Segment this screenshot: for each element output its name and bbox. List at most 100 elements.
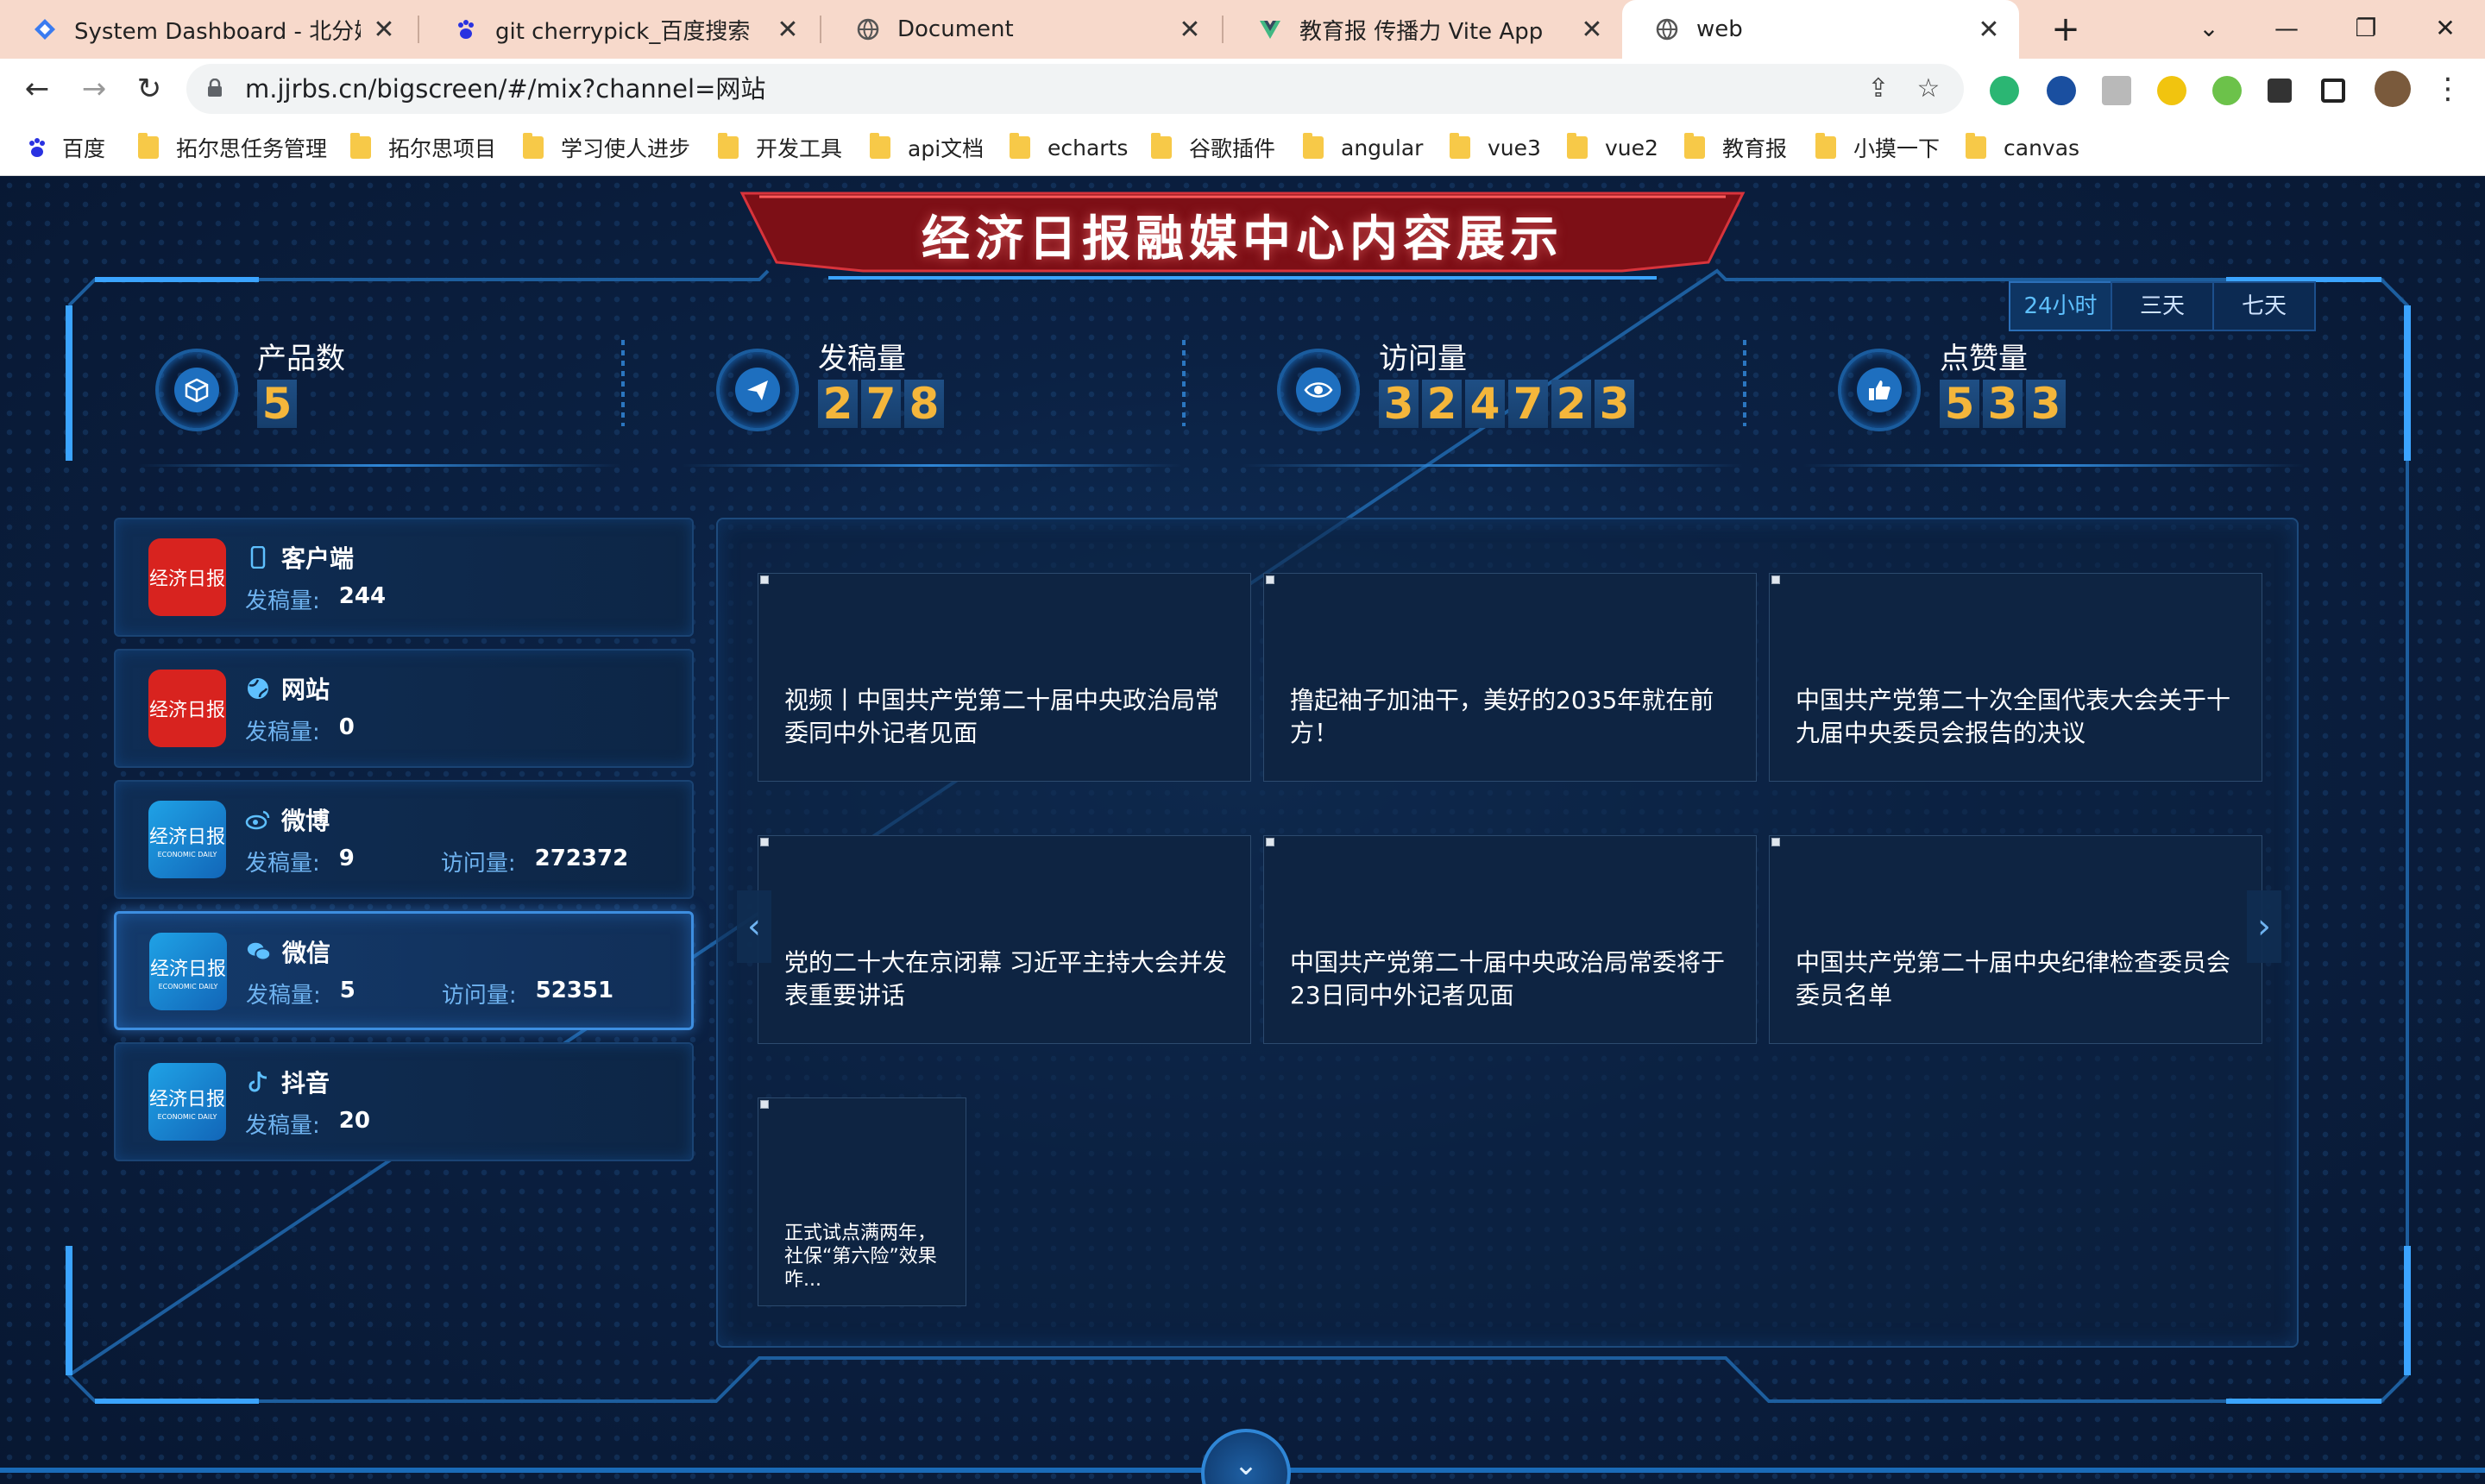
article-card[interactable]: 中国共产党第二十届中央政治局常委将于23日同中外记者见面 [1263,835,1757,1044]
bookmark-folder[interactable]: angular [1303,119,1423,176]
side-panel-icon[interactable] [2321,79,2345,103]
logo-subtext: ECONOMIC DAILY [157,850,217,858]
stat-digit: 3 [1595,380,1634,428]
restore-button[interactable]: ❐ [2340,7,2392,50]
economic-daily-logo: 经济日报 ECONOMIC DAILY [148,1063,226,1141]
posts-value: 244 [338,583,387,609]
stat-digit: 3 [2026,380,2066,428]
channel-name: 网站 [281,676,330,704]
bookmark-folder[interactable]: 学习使人进步 [523,119,690,176]
tab-label: web [1696,16,1743,42]
tab-label: git cherrypick_百度搜索 [495,18,751,45]
bookmark-folder[interactable]: vue2 [1567,119,1658,176]
folder-icon [350,133,371,159]
stat-icon-ring [155,349,238,431]
divider-line [682,464,1182,467]
stat-digit: 8 [904,380,944,428]
posts-value: 20 [338,1108,370,1134]
bookmark-folder[interactable]: 教育报 [1684,119,1787,176]
stat-icon-ring [1277,349,1360,431]
close-icon[interactable]: ✕ [371,15,397,45]
menu-icon[interactable]: ⋮ [2428,69,2468,109]
stat-digit: 3 [1983,380,2023,428]
bookmark-folder[interactable]: vue3 [1450,119,1541,176]
back-button[interactable]: ← [17,69,57,109]
posts-label: 发稿量: [245,588,320,614]
close-icon[interactable]: ✕ [1177,15,1203,45]
browser-tab-4[interactable]: 教育报 传播力 Vite App ✕ [1225,0,1622,59]
close-icon[interactable]: ✕ [775,15,801,45]
logo-text: 经济日报 [148,826,225,848]
bookmark-label: 学习使人进步 [561,136,691,161]
star-icon[interactable]: ☆ [1914,74,1943,104]
phone-icon [245,544,271,570]
channel-item-website[interactable]: 经济日报 网站 发稿量: 0 [114,649,694,768]
channel-item-wechat[interactable]: 经济日报 ECONOMIC DAILY 微信 发稿量: 5 访问量: 52351 [114,911,694,1030]
article-title: 中国共产党第二十届中央纪律检查委员会委员名单 [1796,948,2231,1009]
puzzle-icon[interactable] [2268,79,2292,103]
vue-devtools-icon[interactable] [1990,76,2019,105]
bookmark-folder[interactable]: echarts [1010,119,1128,176]
article-card[interactable]: 视频丨中国共产党第二十届中央政治局常委同中外记者见面 [758,573,1251,782]
browser-tab-5[interactable]: web ✕ [1622,0,2019,59]
diamond-icon [33,17,57,41]
forward-button[interactable]: → [74,69,114,109]
bookmark-label: canvas [2004,135,2080,160]
extension-icon[interactable] [2102,76,2131,105]
browser-tab-1[interactable]: System Dashboard - 北分媒体 ✕ [0,0,414,59]
check-extension-icon[interactable] [2047,76,2076,105]
folder-icon [1010,133,1030,159]
cube-icon [174,368,219,412]
y-extension-icon[interactable] [2157,76,2186,105]
window-close-button[interactable]: ✕ [2419,7,2471,50]
channel-item-app[interactable]: 经济日报 客户端 发稿量: 244 [114,518,694,637]
chevron-down-icon[interactable]: ⌄ [2183,7,2235,50]
article-panel: 视频丨中国共产党第二十届中央政治局常委同中外记者见面 撸起袖子加油干，美好的20… [716,518,2299,1348]
article-card[interactable]: 中国共产党第二十届中央纪律检查委员会委员名单 [1769,835,2262,1044]
close-icon[interactable]: ✕ [1579,15,1605,45]
bookmark-folder[interactable]: 拓尔思项目 [350,119,496,176]
address-bar[interactable]: m.jjrbs.cn/bigscreen/#/mix?channel=网站 ⇪ … [186,64,1964,114]
bookmark-folder[interactable]: 开发工具 [718,119,842,176]
new-tab-button[interactable]: + [2045,9,2086,50]
reload-button[interactable]: ↻ [129,69,169,109]
green-extension-icon[interactable] [2212,76,2242,105]
browser-tab-2[interactable]: git cherrypick_百度搜索 ✕ [421,0,818,59]
close-icon[interactable]: ✕ [1976,15,2002,45]
article-card[interactable]: 撸起袖子加油干，美好的2035年就在前方！ [1263,573,1757,782]
tab-label: System Dashboard - 北分媒体 [74,18,361,45]
chevron-down-icon: ⌄ [1233,1448,1259,1482]
broken-image-icon [1266,575,1274,584]
stat-label: 产品数 [257,342,345,376]
thumbs-up-icon [1857,368,1902,412]
bookmark-label: angular [1341,135,1424,160]
tab-label: 教育报 传播力 Vite App [1299,18,1544,45]
avatar[interactable] [2375,71,2411,107]
prev-page-button[interactable]: ‹ [737,890,771,963]
article-card[interactable]: 中国共产党第二十次全国代表大会关于十九届中央委员会报告的决议 [1769,573,2262,782]
share-icon[interactable]: ⇪ [1864,74,1893,104]
stat-digit: 5 [1940,380,1979,428]
globe-icon [245,676,271,701]
posts-label: 发稿量: [246,983,321,1009]
minimize-button[interactable]: — [2261,7,2312,50]
range-7d-button[interactable]: 七天 [2212,281,2316,331]
bookmarks-bar: 百度 拓尔思任务管理 拓尔思项目 学习使人进步 开发工具 api文档 echar… [0,119,2485,176]
posts-value: 0 [338,714,355,740]
bookmark-folder[interactable]: 谷歌插件 [1151,119,1275,176]
bookmark-folder[interactable]: 拓尔思任务管理 [138,119,327,176]
bookmark-folder[interactable]: api文档 [870,119,984,176]
channel-item-weibo[interactable]: 经济日报 ECONOMIC DAILY 微博 发稿量: 9 访问量: 272372 [114,780,694,899]
article-card[interactable]: 党的二十大在京闭幕 习近平主持大会并发表重要讲话 [758,835,1251,1044]
range-24h-button[interactable]: 24小时 [2009,281,2112,331]
article-card[interactable]: 正式试点满两年，社保“第六险”效果咋... [758,1097,966,1306]
folder-icon [138,133,159,159]
bookmark-folder[interactable]: 小摸一下 [1815,119,1940,176]
eye-icon [1296,368,1341,412]
channel-item-douyin[interactable]: 经济日报 ECONOMIC DAILY 抖音 发稿量: 20 [114,1042,694,1161]
bookmark-folder[interactable]: canvas [1966,119,2079,176]
range-3d-button[interactable]: 三天 [2111,281,2214,331]
next-page-button[interactable]: › [2247,890,2281,963]
bookmark-item[interactable]: 百度 [26,119,105,176]
browser-tab-3[interactable]: Document ✕ [823,0,1220,59]
